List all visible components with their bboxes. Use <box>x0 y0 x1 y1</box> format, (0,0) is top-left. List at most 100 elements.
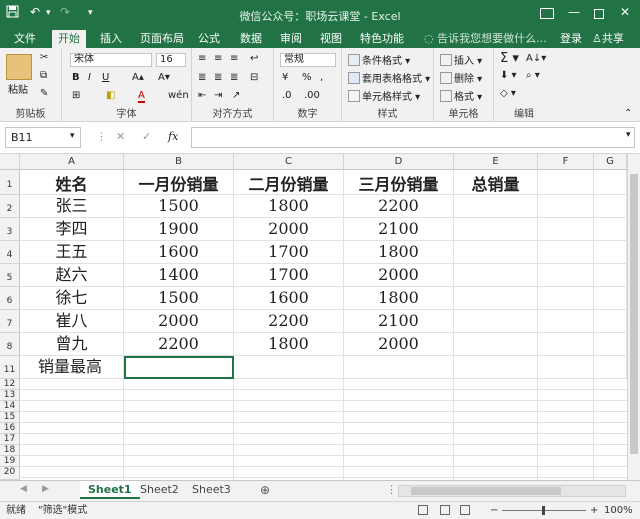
table-cell[interactable]: 1800 <box>344 241 454 264</box>
tab-insert[interactable]: 插入 <box>94 30 128 48</box>
table-cell[interactable]: 1700 <box>234 241 344 264</box>
table-cell[interactable]: 1500 <box>124 287 234 310</box>
table-cell[interactable] <box>538 241 594 264</box>
table-cell[interactable]: 王五 <box>20 241 124 264</box>
merge-icon[interactable]: ⊟ <box>250 72 258 83</box>
tab-page-layout[interactable]: 页面布局 <box>134 30 190 48</box>
tab-special[interactable]: 特色功能 <box>354 30 410 48</box>
table-cell[interactable] <box>594 333 627 356</box>
zoom-in-icon[interactable]: + <box>590 502 598 519</box>
name-box-dropdown-icon[interactable]: ▾ <box>70 131 75 141</box>
phonetic-icon[interactable]: wén <box>168 90 189 101</box>
table-cell[interactable] <box>538 310 594 333</box>
table-cell[interactable]: 1800 <box>234 333 344 356</box>
row-header[interactable]: 2 <box>0 195 20 218</box>
table-cell[interactable] <box>538 170 594 195</box>
align-bottom-icon[interactable]: ≡ <box>230 53 238 64</box>
table-cell[interactable] <box>538 264 594 287</box>
table-cell[interactable] <box>538 333 594 356</box>
table-cell[interactable]: 1900 <box>124 218 234 241</box>
insert-cells-button[interactable]: 插入 ▾ <box>440 52 482 67</box>
font-name-select[interactable]: 宋体 <box>70 53 152 67</box>
enter-icon[interactable]: ✓ <box>142 130 151 143</box>
table-cell[interactable] <box>454 310 538 333</box>
increase-indent-icon[interactable]: ⇥ <box>214 90 222 101</box>
table-cell[interactable]: 1400 <box>124 264 234 287</box>
column-header-e[interactable]: E <box>454 154 538 170</box>
select-all-corner[interactable] <box>0 154 20 170</box>
format-as-table-button[interactable]: 套用表格格式 ▾ <box>348 70 430 85</box>
table-cell[interactable] <box>454 356 538 379</box>
column-header-g[interactable]: G <box>594 154 627 170</box>
share-button[interactable]: ♙共享 <box>586 30 630 48</box>
decrease-indent-icon[interactable]: ⇤ <box>198 90 206 101</box>
sheet-tab-2[interactable]: Sheet2 <box>132 481 187 499</box>
next-sheet-icon[interactable]: ▶ <box>42 484 49 494</box>
row-header[interactable]: 3 <box>0 218 20 241</box>
conditional-format-button[interactable]: 条件格式 ▾ <box>348 52 410 67</box>
tab-home[interactable]: 开始 <box>52 30 86 48</box>
number-format-select[interactable]: 常规 <box>280 53 336 67</box>
page-layout-view-icon[interactable] <box>440 505 450 515</box>
table-cell[interactable]: 销量最高 <box>20 356 124 379</box>
table-cell[interactable] <box>344 356 454 379</box>
page-break-view-icon[interactable] <box>460 505 470 515</box>
prev-sheet-icon[interactable]: ◀ <box>20 484 27 494</box>
tab-data[interactable]: 数据 <box>234 30 268 48</box>
table-cell[interactable] <box>538 195 594 218</box>
align-right-icon[interactable]: ≣ <box>230 72 238 83</box>
sheet-tab-1[interactable]: Sheet1 <box>80 481 140 499</box>
column-header-b[interactable]: B <box>124 154 234 170</box>
row-header[interactable]: 11 <box>0 356 20 379</box>
maximize-icon[interactable] <box>594 9 604 19</box>
italic-icon[interactable]: I <box>88 72 91 83</box>
tab-formulas[interactable]: 公式 <box>192 30 226 48</box>
zoom-out-icon[interactable]: − <box>490 502 498 519</box>
cell-styles-button[interactable]: 单元格样式 ▾ <box>348 88 420 103</box>
table-header-cell[interactable]: 二月份销量 <box>234 170 344 195</box>
table-cell[interactable]: 2200 <box>234 310 344 333</box>
table-cell[interactable] <box>594 170 627 195</box>
normal-view-icon[interactable] <box>418 505 428 515</box>
sort-filter-icon[interactable]: A↓▾ <box>526 53 546 64</box>
table-cell[interactable] <box>538 287 594 310</box>
spreadsheet-grid[interactable]: A B C D E F G 1 2 3 4 5 6 7 8 11 12 13 1… <box>0 154 640 480</box>
table-cell[interactable]: 李四 <box>20 218 124 241</box>
row-header[interactable]: 4 <box>0 241 20 264</box>
tab-file[interactable]: 文件 <box>8 30 42 48</box>
row-header[interactable]: 12 <box>0 379 20 390</box>
row-header[interactable]: 6 <box>0 287 20 310</box>
row-header[interactable]: 1 <box>0 170 20 195</box>
comma-icon[interactable]: , <box>320 72 323 83</box>
clear-icon[interactable]: ◇ ▾ <box>500 88 516 99</box>
zoom-slider-thumb[interactable] <box>542 506 545 515</box>
autosum-icon[interactable]: Σ ▾ <box>500 51 519 66</box>
table-cell[interactable] <box>594 310 627 333</box>
row-header[interactable]: 5 <box>0 264 20 287</box>
function-icon[interactable]: fx <box>168 130 178 143</box>
row-header[interactable]: 16 <box>0 423 20 434</box>
vertical-scrollbar[interactable] <box>627 154 640 480</box>
table-header-cell[interactable]: 一月份销量 <box>124 170 234 195</box>
tab-view[interactable]: 视图 <box>314 30 348 48</box>
table-cell[interactable] <box>234 356 344 379</box>
table-cell[interactable]: 1700 <box>234 264 344 287</box>
row-header[interactable]: 7 <box>0 310 20 333</box>
currency-icon[interactable]: ¥ <box>282 72 288 83</box>
align-center-icon[interactable]: ≣ <box>214 72 222 83</box>
orientation-icon[interactable]: ↗ <box>232 90 240 101</box>
table-cell[interactable] <box>594 241 627 264</box>
align-middle-icon[interactable]: ≡ <box>214 53 222 64</box>
add-sheet-icon[interactable]: ⊕ <box>260 483 270 497</box>
paste-icon[interactable] <box>6 54 32 80</box>
font-size-select[interactable]: 16 <box>156 53 186 67</box>
table-cell[interactable]: 2000 <box>124 310 234 333</box>
font-color-icon[interactable]: A <box>138 90 145 103</box>
table-cell[interactable] <box>454 287 538 310</box>
cut-icon[interactable]: ✂ <box>40 52 48 63</box>
table-cell[interactable] <box>594 195 627 218</box>
ribbon-display-icon[interactable] <box>540 8 554 19</box>
login-link[interactable]: 登录 <box>554 30 588 48</box>
table-cell[interactable]: 1500 <box>124 195 234 218</box>
paste-button[interactable]: 粘贴 <box>8 81 28 96</box>
